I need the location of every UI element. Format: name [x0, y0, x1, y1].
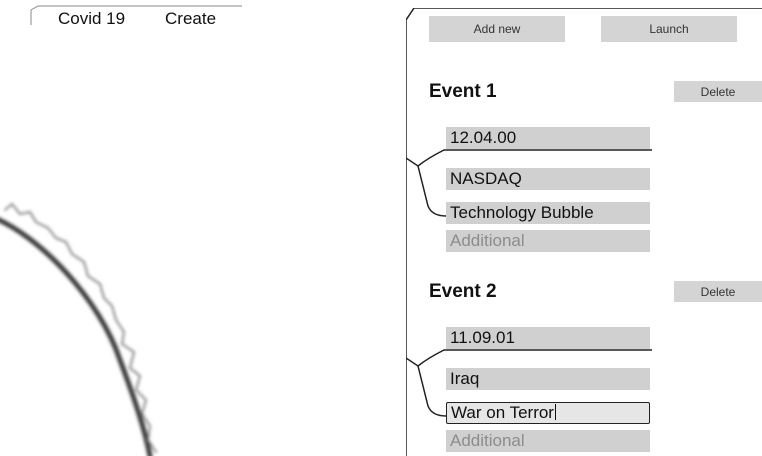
event-2-name-value: War on Terror	[451, 403, 554, 422]
event-2-delete-button[interactable]: Delete	[674, 281, 762, 302]
event-1-name-field[interactable]: Technology Bubble	[446, 202, 650, 224]
event-2-name-field[interactable]: War on Terror	[446, 402, 650, 424]
tab-covid-19[interactable]: Covid 19	[58, 9, 125, 29]
launch-button[interactable]: Launch	[601, 16, 737, 42]
tab-create[interactable]: Create	[165, 9, 216, 29]
event-1-additional-field[interactable]: Additional	[446, 230, 650, 252]
event-1-title: Event 1	[429, 81, 497, 102]
timeline-ring-graphic	[0, 202, 157, 456]
event-2-title: Event 2	[429, 281, 497, 302]
tab-strip: Covid 19 Create	[0, 0, 245, 34]
add-new-button[interactable]: Add new	[429, 16, 565, 42]
event-1-date-field[interactable]: 12.04.00	[446, 127, 650, 149]
event-1-market-field[interactable]: NASDAQ	[446, 168, 650, 190]
event-2-location-field[interactable]: Iraq	[446, 368, 650, 390]
event-editor-panel: Add new Launch Event 1 Delete 12.04.00 N…	[406, 8, 762, 456]
event-2-additional-field[interactable]: Additional	[446, 430, 650, 452]
event-1-delete-button[interactable]: Delete	[674, 81, 762, 102]
event-2-date-field[interactable]: 11.09.01	[446, 327, 650, 349]
text-cursor	[554, 404, 556, 420]
